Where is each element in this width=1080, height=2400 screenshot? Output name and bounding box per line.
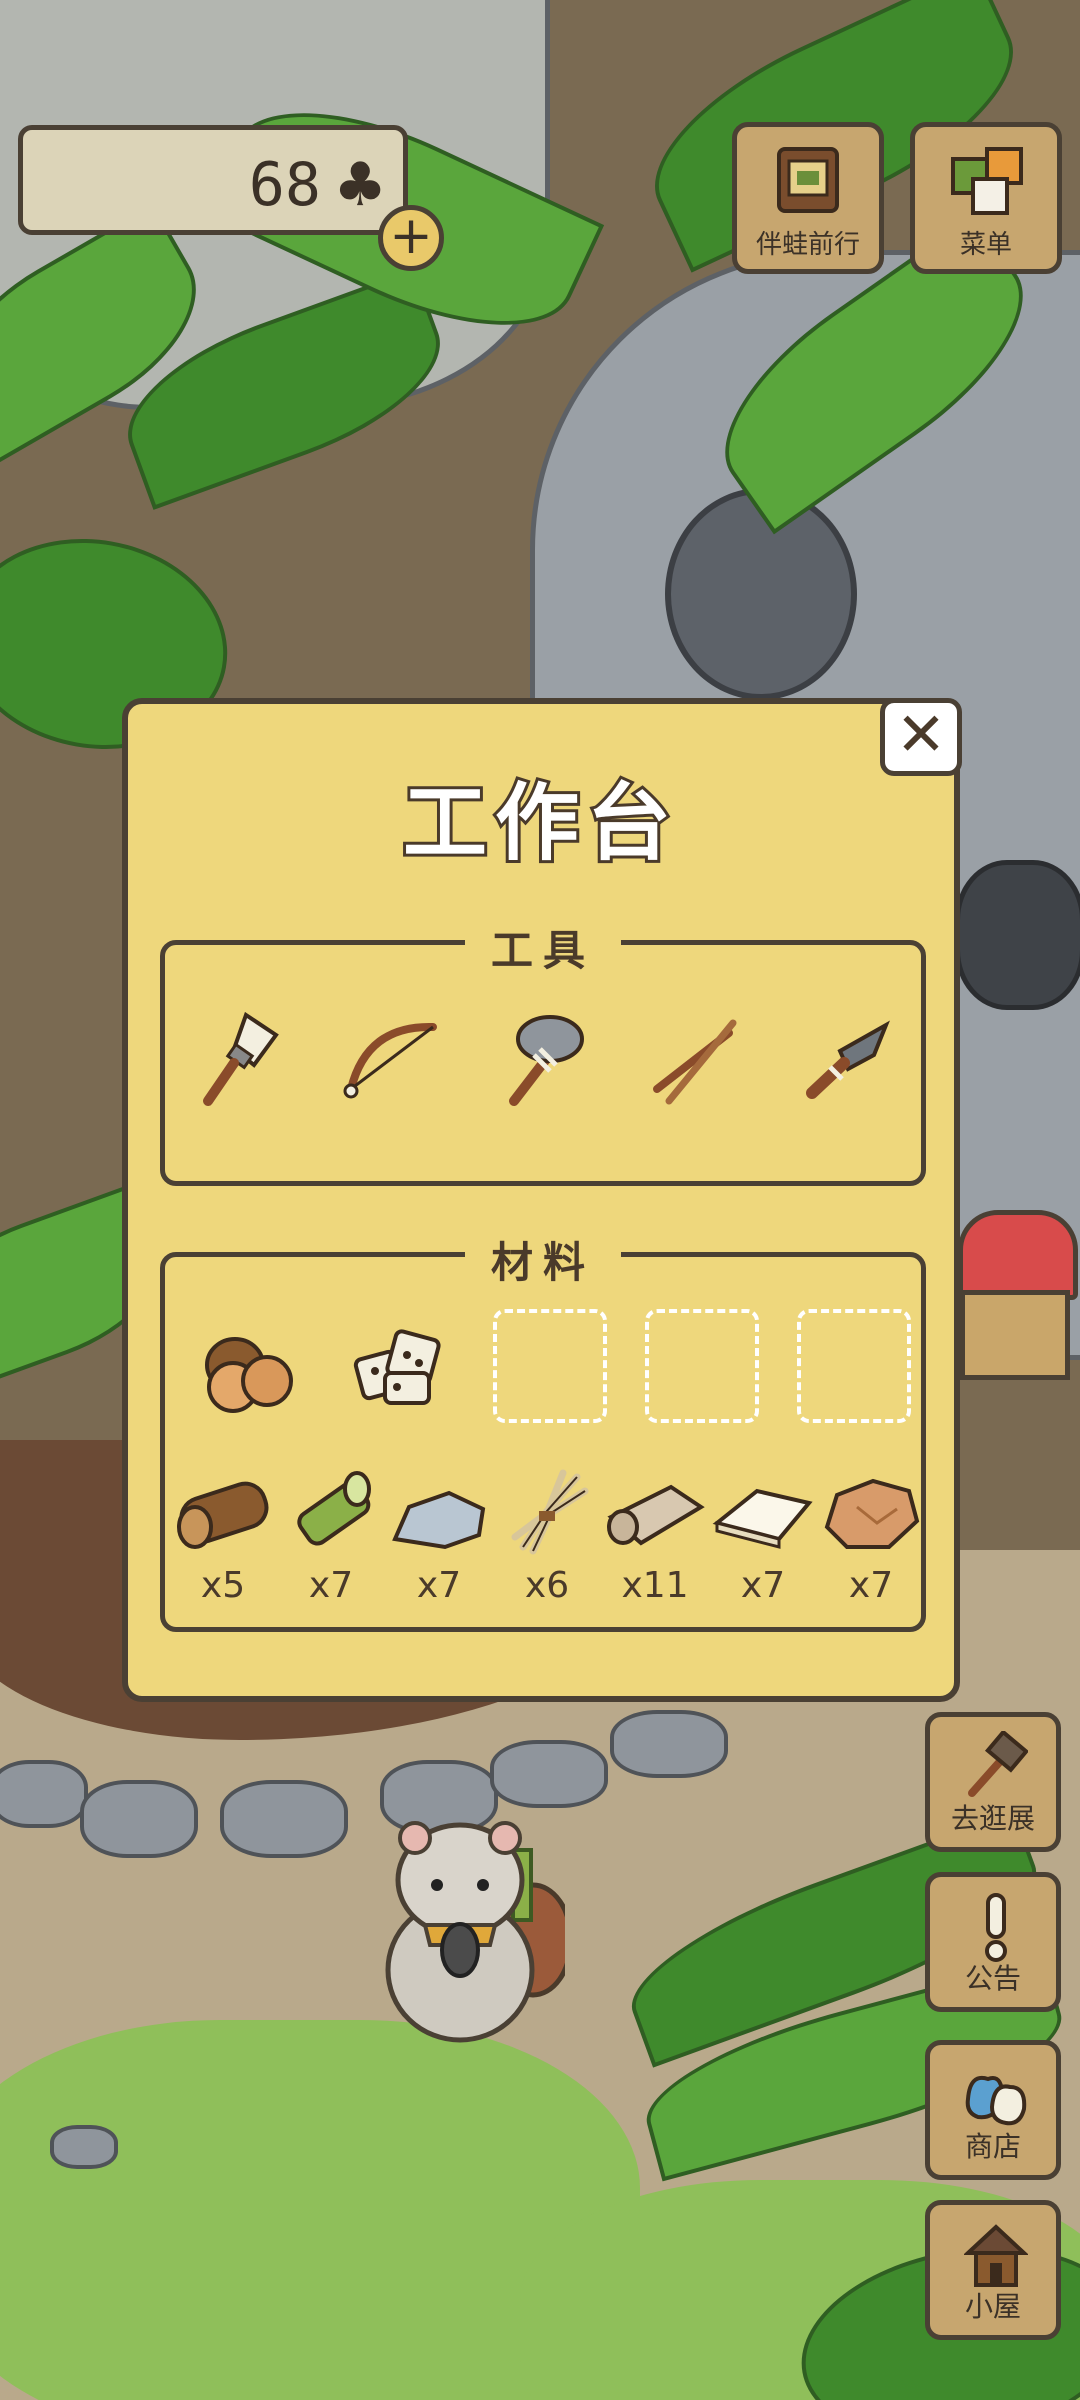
rock — [0, 1760, 88, 1828]
announcement-label: 公告 — [964, 1962, 1021, 1995]
rock — [50, 2125, 118, 2169]
material-count: x7 — [740, 1565, 786, 1606]
cloth-roll-icon — [607, 1484, 705, 1546]
clover-count: 68 — [248, 150, 321, 220]
materials-section-label: 材料 — [464, 1229, 622, 1290]
menu-button[interactable]: 菜单 — [910, 122, 1062, 274]
announcement-button[interactable]: 公告 — [925, 1872, 1061, 2012]
leather-icon — [824, 1478, 920, 1549]
workbench-panel: 工作台 工具 材料 x5 x7 x7 x6 x11 x7 x7 — [122, 698, 960, 1702]
material-count: x7 — [848, 1565, 894, 1606]
knife-icon[interactable] — [790, 1005, 900, 1115]
straw-icon — [511, 1469, 589, 1555]
rock — [610, 1710, 728, 1778]
materials-section: 材料 x5 x7 x7 x6 x11 x7 x7 — [160, 1229, 926, 1632]
add-clover-button[interactable]: + — [378, 205, 444, 271]
hammer-icon — [968, 1731, 1028, 1797]
hamster-character[interactable] — [365, 1800, 565, 2050]
book-icon — [777, 147, 839, 213]
bags-icon — [965, 2076, 1027, 2126]
round-window — [665, 488, 857, 700]
exclamation-icon — [985, 1893, 1007, 1962]
bow-icon[interactable] — [337, 1005, 447, 1115]
rock — [490, 1740, 608, 1808]
tools-row — [165, 1005, 921, 1115]
brush-icon[interactable] — [186, 1005, 296, 1115]
shop-button[interactable]: 商店 — [925, 2040, 1061, 2180]
empty-material-slot[interactable] — [797, 1309, 911, 1423]
rock — [220, 1780, 348, 1858]
house-button[interactable]: 小屋 — [925, 2200, 1061, 2340]
chestnuts-icon[interactable] — [193, 1315, 303, 1425]
paper-icon — [712, 1488, 813, 1549]
material-count: x7 — [308, 1565, 354, 1606]
log-icon — [177, 1481, 269, 1549]
workbench-title: 工作台 — [400, 771, 679, 875]
tools-section-label: 工具 — [464, 917, 622, 978]
material-count: x11 — [621, 1565, 689, 1606]
travel-with-frog-label: 伴蛙前行 — [755, 230, 860, 260]
travel-with-frog-button[interactable]: 伴蛙前行 — [732, 122, 884, 274]
menu-cards-icon — [951, 147, 1023, 215]
clover-icon: ♣ — [333, 150, 387, 220]
mailbox-post — [960, 1290, 1070, 1380]
material-item-log[interactable]: x5 — [169, 1467, 277, 1606]
material-item-paper[interactable]: x7 — [709, 1467, 817, 1606]
clover-counter: 68 ♣ — [18, 125, 408, 235]
material-item-stone[interactable]: x7 — [385, 1467, 493, 1606]
shop-label: 商店 — [964, 2130, 1021, 2163]
empty-material-slot[interactable] — [493, 1309, 607, 1423]
rock — [80, 1780, 198, 1858]
exhibition-label: 去逛展 — [950, 1802, 1035, 1835]
sticks-icon[interactable] — [639, 1005, 749, 1115]
tools-section: 工具 — [160, 917, 926, 1186]
material-item-leather[interactable]: x7 — [817, 1467, 925, 1606]
stone-icon — [392, 1490, 486, 1550]
material-item-straw[interactable]: x6 — [493, 1467, 601, 1606]
mailbox — [958, 1210, 1078, 1300]
exhibition-button[interactable]: 去逛展 — [925, 1712, 1061, 1852]
menu-label: 菜单 — [959, 230, 1012, 260]
material-item-bamboo[interactable]: x7 — [277, 1467, 385, 1606]
stone-axe-icon[interactable] — [488, 1005, 598, 1115]
bamboo-icon — [297, 1471, 371, 1546]
dice-icon[interactable] — [345, 1315, 455, 1425]
close-button[interactable]: ✕ — [880, 698, 962, 776]
house-icon — [964, 2224, 1028, 2287]
material-count: x5 — [200, 1565, 246, 1606]
material-item-cloth[interactable]: x11 — [601, 1467, 709, 1606]
barred-window — [955, 860, 1080, 1010]
material-count: x7 — [416, 1565, 462, 1606]
material-count: x6 — [524, 1565, 570, 1606]
house-label: 小屋 — [964, 2290, 1021, 2323]
empty-material-slot[interactable] — [645, 1309, 759, 1423]
